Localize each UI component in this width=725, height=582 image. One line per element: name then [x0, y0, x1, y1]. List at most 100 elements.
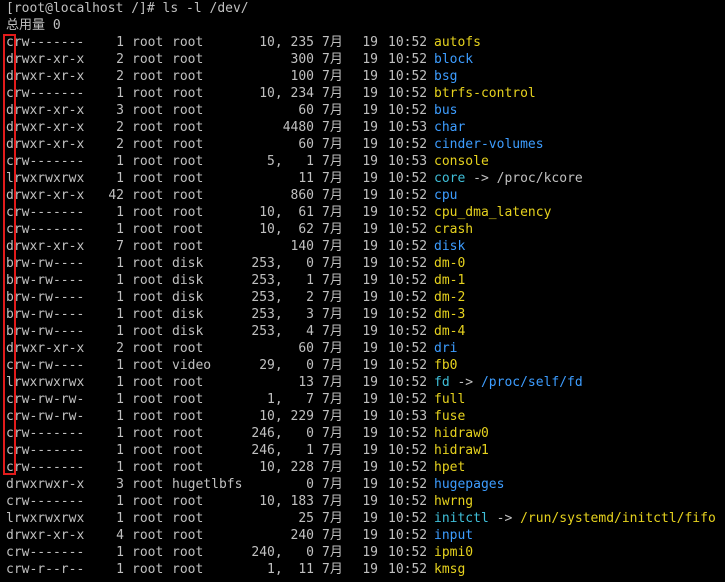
- file-name-group: input: [434, 527, 473, 544]
- file-name: hpet: [434, 460, 466, 475]
- link-count: 1: [116, 222, 124, 237]
- group: disk: [172, 307, 204, 322]
- time: 10:53: [388, 154, 428, 169]
- time: 10:52: [388, 35, 428, 50]
- link-count: 2: [116, 69, 124, 84]
- size: 1, 7: [267, 392, 314, 407]
- month: 7月: [322, 120, 343, 135]
- size: 253, 1: [251, 273, 314, 288]
- day: 19: [362, 358, 378, 373]
- month: 7月: [322, 256, 343, 271]
- size: 253, 0: [251, 256, 314, 271]
- link-count: 1: [116, 35, 124, 50]
- month: 7月: [322, 324, 343, 339]
- day: 19: [362, 545, 378, 560]
- permissions: drwxr-xr-x: [6, 341, 85, 356]
- permissions: crw-rw-rw-: [6, 392, 85, 407]
- link-count: 1: [116, 426, 124, 441]
- size: 11: [298, 171, 314, 186]
- month: 7月: [322, 443, 343, 458]
- size: 10, 234: [259, 86, 314, 101]
- group: root: [172, 188, 204, 203]
- owner: root: [132, 392, 164, 407]
- file-name: hidraw0: [434, 426, 489, 441]
- owner: root: [132, 290, 164, 305]
- permissions: drwxr-xr-x: [6, 120, 85, 135]
- month: 7月: [322, 494, 343, 509]
- time: 10:52: [388, 477, 428, 492]
- permissions: brw-rw----: [6, 290, 85, 305]
- time: 10:52: [388, 52, 428, 67]
- file-name-group: fd -> /proc/self/fd: [434, 374, 583, 391]
- permissions: drwxrwxr-x: [6, 477, 85, 492]
- time: 10:52: [388, 69, 428, 84]
- file-name-group: disk: [434, 238, 465, 255]
- file-name: autofs: [434, 35, 481, 50]
- owner: root: [132, 494, 164, 509]
- month: 7月: [322, 409, 343, 424]
- group: root: [172, 137, 204, 152]
- owner: root: [132, 307, 164, 322]
- day: 19: [362, 409, 378, 424]
- owner: root: [132, 358, 164, 373]
- time: 10:52: [388, 392, 428, 407]
- file-name: hwrng: [434, 494, 474, 509]
- time: 10:52: [388, 205, 428, 220]
- permissions: drwxr-xr-x: [6, 188, 85, 203]
- file-name: dm-3: [434, 307, 466, 322]
- terminal-window[interactable]: [root@localhost /]# ls -l /dev/ 总用量 0 cr…: [0, 0, 725, 582]
- size: 246, 1: [251, 443, 314, 458]
- file-name-group: dm-0: [434, 255, 465, 272]
- size: 300: [290, 52, 314, 67]
- owner: root: [132, 103, 164, 118]
- size: 10, 235: [259, 35, 314, 50]
- time: 10:52: [388, 375, 428, 390]
- file-name: fd: [434, 375, 450, 390]
- permissions: crw-------: [6, 154, 85, 169]
- link-count: 1: [116, 171, 124, 186]
- file-name: cpu_dma_latency: [434, 205, 552, 220]
- file-name-group: hwrng: [434, 493, 473, 510]
- size: 860: [290, 188, 314, 203]
- month: 7月: [322, 154, 343, 169]
- time: 10:52: [388, 307, 428, 322]
- permissions: crw-------: [6, 86, 85, 101]
- group: video: [172, 358, 212, 373]
- time: 10:52: [388, 562, 428, 577]
- file-name-group: full: [434, 391, 465, 408]
- month: 7月: [322, 545, 343, 560]
- permissions: crw-------: [6, 205, 85, 220]
- time: 10:52: [388, 528, 428, 543]
- month: 7月: [322, 562, 343, 577]
- permissions: drwxr-xr-x: [6, 239, 85, 254]
- month: 7月: [322, 341, 343, 356]
- group: disk: [172, 290, 204, 305]
- day: 19: [362, 426, 378, 441]
- month: 7月: [322, 52, 343, 67]
- day: 19: [362, 86, 378, 101]
- month: 7月: [322, 69, 343, 84]
- permissions: drwxr-xr-x: [6, 69, 85, 84]
- file-name-group: dm-2: [434, 289, 465, 306]
- month: 7月: [322, 103, 343, 118]
- month: 7月: [322, 290, 343, 305]
- permissions: crw-------: [6, 222, 85, 237]
- file-name-group: hugepages: [434, 476, 504, 493]
- group: root: [172, 341, 204, 356]
- symlink-target: /proc/kcore: [496, 171, 583, 186]
- permissions: drwxr-xr-x: [6, 103, 85, 118]
- group: root: [172, 171, 204, 186]
- owner: root: [132, 35, 164, 50]
- file-name: bsg: [434, 69, 458, 84]
- link-count: 1: [116, 205, 124, 220]
- day: 19: [362, 171, 378, 186]
- size: 10, 228: [259, 460, 314, 475]
- file-name: hidraw1: [434, 443, 489, 458]
- size: 253, 3: [251, 307, 314, 322]
- permissions: drwxr-xr-x: [6, 137, 85, 152]
- permissions: crw-rw----: [6, 358, 85, 373]
- permissions: crw-r--r--: [6, 562, 85, 577]
- file-name: btrfs-control: [434, 86, 536, 101]
- file-name: bus: [434, 103, 458, 118]
- size: 4480: [282, 120, 314, 135]
